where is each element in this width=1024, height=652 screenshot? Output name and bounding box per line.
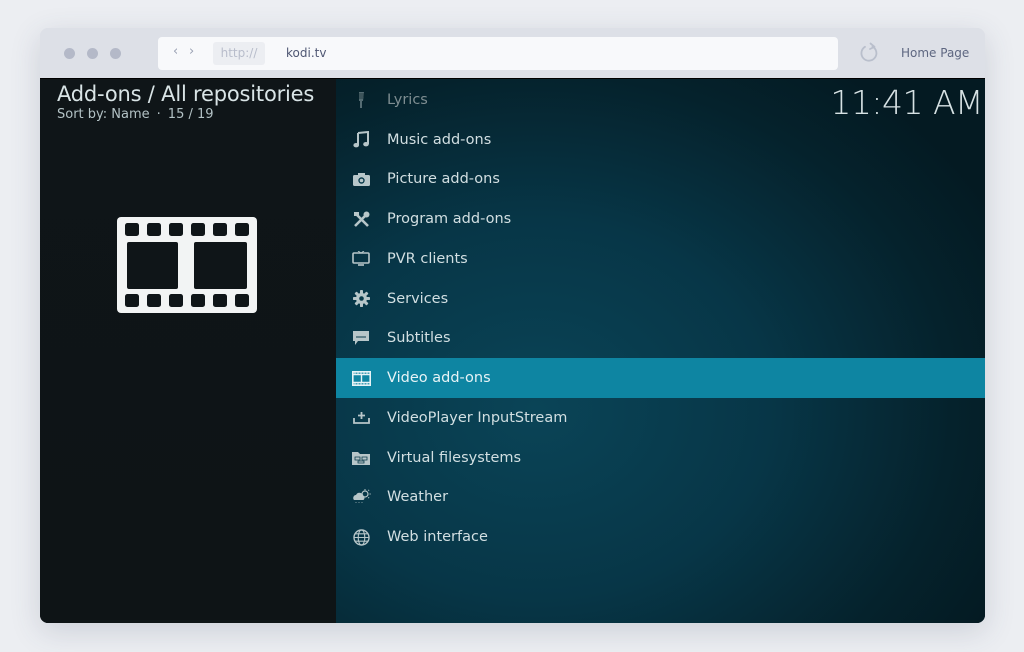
list-item-label: Picture add-ons [387,171,500,188]
list-item-web-interface[interactable]: Web interface [336,517,985,557]
upload-tray-icon [351,409,371,427]
browser-window: ‹ › http:// kodi.tv Home Page Add-ons / … [40,28,985,623]
list-item-label: Lyrics [387,91,428,108]
list-item-label: Subtitles [387,330,451,347]
list-item-label: Web interface [387,529,488,546]
page-title: Add-ons / All repositories [57,82,315,106]
list-item-label: Video add-ons [387,370,491,387]
list-item-subtitles[interactable]: Subtitles [336,319,985,359]
back-button[interactable]: ‹ [173,44,178,60]
reload-icon[interactable] [858,42,880,64]
microphone-icon [351,91,371,109]
list-item-label: PVR clients [387,250,468,267]
list-item-services[interactable]: Services [336,279,985,319]
list-item-label: Weather [387,489,449,506]
item-position: 15 / 19 [167,107,214,122]
music-note-icon [351,131,371,149]
address-bar[interactable]: ‹ › http:// kodi.tv [158,37,838,70]
info-pane: Add-ons / All repositories Sort by: Name… [40,79,336,623]
protocol-label: http:// [213,42,265,65]
browser-toolbar: ‹ › http:// kodi.tv Home Page [40,28,985,78]
film-icon [351,369,371,387]
list-item-video-add-ons[interactable]: Video add-ons [336,358,985,398]
list-item-label: Services [387,290,449,307]
sort-label[interactable]: Sort by: Name [57,107,150,122]
list-item-music-add-ons[interactable]: Music add-ons [336,120,985,160]
list-item-label: Music add-ons [387,131,492,148]
home-page-link[interactable]: Home Page [901,28,969,78]
list-item-label: VideoPlayer InputStream [387,409,568,426]
separator: · [156,107,161,122]
list-item-virtual-filesystems[interactable]: Virtual filesystems [336,438,985,478]
folder-icon [351,449,371,467]
category-list-pane: Lyrics Music add-ons Picture add-ons Pro… [336,79,985,623]
clock: 11:41 AM [830,83,983,122]
window-minimize-button[interactable] [87,48,98,59]
tv-icon [351,250,371,268]
category-list: Lyrics Music add-ons Picture add-ons Pro… [336,80,985,557]
list-item-label: Program add-ons [387,211,512,228]
camera-icon [351,170,371,188]
window-maximize-button[interactable] [110,48,121,59]
sort-info: Sort by: Name · 15 / 19 [57,107,214,122]
list-item-videoplayer-inputstream[interactable]: VideoPlayer InputStream [336,398,985,438]
list-item-picture-add-ons[interactable]: Picture add-ons [336,160,985,200]
tools-icon [351,210,371,228]
speech-bubble-icon [351,329,371,347]
weather-cloud-icon [351,488,371,506]
list-item-pvr-clients[interactable]: PVR clients [336,239,985,279]
window-close-button[interactable] [64,48,75,59]
forward-button[interactable]: › [189,44,194,60]
list-item-weather[interactable]: Weather [336,478,985,518]
list-item-label: Virtual filesystems [387,449,522,466]
kodi-app: Add-ons / All repositories Sort by: Name… [40,78,985,623]
url-text[interactable]: kodi.tv [286,37,326,70]
gear-icon [351,290,371,308]
list-item-program-add-ons[interactable]: Program add-ons [336,199,985,239]
film-strip-icon [117,217,257,313]
globe-icon [351,528,371,546]
